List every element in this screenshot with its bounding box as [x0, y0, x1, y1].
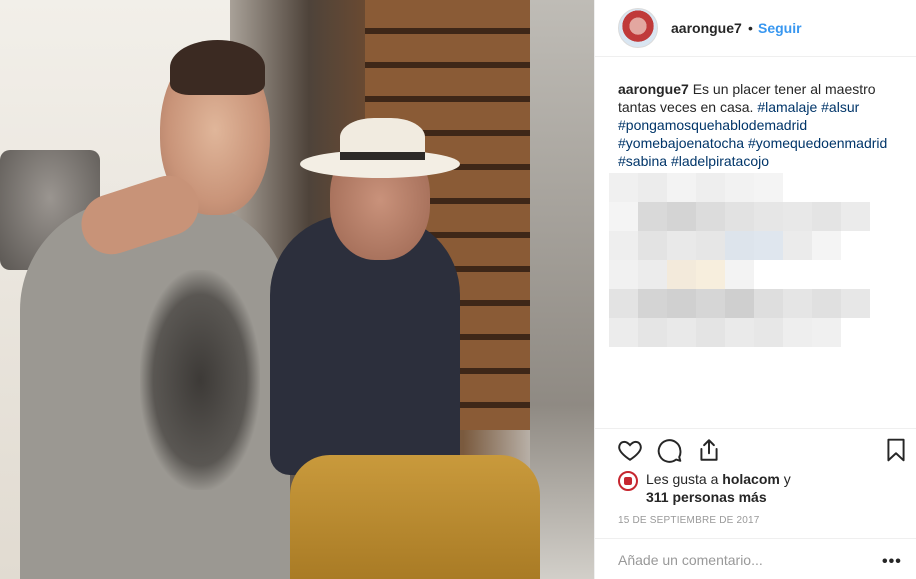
header-username[interactable]: aarongue7 [671, 20, 742, 36]
heart-icon[interactable] [617, 437, 643, 463]
share-icon[interactable] [696, 437, 722, 463]
blur-cell [812, 202, 841, 231]
blur-cell [725, 202, 754, 231]
blur-cell [609, 231, 638, 260]
blur-cell [696, 260, 725, 289]
blur-cell [667, 202, 696, 231]
post-photo[interactable] [0, 0, 594, 579]
likes-text: Les gusta a holacom y 311 personas más [646, 470, 791, 506]
liker-username[interactable]: holacom [722, 471, 780, 487]
hashtag[interactable]: #yomequedoenmadrid [748, 135, 887, 151]
header-separator: • [748, 20, 753, 36]
post-caption: aarongue7 Es un placer tener al maestro … [618, 80, 908, 170]
blur-cell [609, 260, 638, 289]
blur-cell [725, 260, 754, 289]
blur-cell [754, 173, 783, 202]
likes-summary: Les gusta a holacom y 311 personas más [618, 468, 908, 508]
blur-cell [638, 289, 667, 318]
hashtag[interactable]: #sabina [618, 153, 667, 169]
blurred-comments-placeholder [609, 173, 874, 348]
blur-cell [638, 318, 667, 347]
post-actions-bar [595, 428, 916, 472]
likes-count-link[interactable]: 311 personas más [646, 489, 767, 505]
blur-cell [754, 289, 783, 318]
comment-bubble-icon[interactable] [657, 437, 683, 463]
bookmark-icon[interactable] [883, 437, 909, 463]
hashtag[interactable]: #ladelpiratacojo [671, 153, 769, 169]
blur-cell [812, 231, 841, 260]
liker-avatar-icon[interactable] [618, 471, 638, 491]
caption-username[interactable]: aarongue7 [618, 81, 689, 97]
follow-button[interactable]: Seguir [758, 20, 802, 36]
post-header: aarongue7 • Seguir [595, 0, 916, 57]
blur-cell [841, 202, 870, 231]
blur-cell [696, 231, 725, 260]
blur-cell [667, 231, 696, 260]
blur-cell [725, 231, 754, 260]
comment-input[interactable] [618, 552, 868, 568]
blur-cell [725, 173, 754, 202]
blur-cell [638, 231, 667, 260]
comment-bar: ••• [595, 538, 916, 579]
photo-hat-band [340, 152, 425, 160]
blur-cell [725, 318, 754, 347]
post-side-panel: aarongue7 • Seguir aarongue7 Es un place… [595, 0, 916, 579]
blur-cell [667, 260, 696, 289]
blur-cell [696, 318, 725, 347]
more-options-icon[interactable]: ••• [882, 553, 902, 571]
blur-cell [754, 202, 783, 231]
blur-cell [841, 289, 870, 318]
blur-cell [638, 202, 667, 231]
likes-prefix: Les gusta a [646, 471, 719, 487]
blur-cell [609, 202, 638, 231]
blur-cell [609, 289, 638, 318]
blur-cell [667, 289, 696, 318]
blur-cell [725, 289, 754, 318]
blur-cell [638, 173, 667, 202]
blur-cell [754, 318, 783, 347]
blur-cell [783, 318, 812, 347]
photo-person-left-hair [170, 40, 265, 95]
photo-person-right-pants [290, 455, 540, 579]
blur-cell [638, 260, 667, 289]
blur-cell [783, 289, 812, 318]
blur-cell [754, 231, 783, 260]
blur-cell [812, 318, 841, 347]
blur-cell [696, 289, 725, 318]
blur-cell [812, 289, 841, 318]
hashtag[interactable]: #yomebajoenatocha [618, 135, 744, 151]
blur-cell [783, 202, 812, 231]
blur-cell [609, 318, 638, 347]
likes-conjunction: y [783, 471, 791, 487]
blur-cell [667, 173, 696, 202]
hashtag[interactable]: #pongamosquehablodemadrid [618, 117, 807, 133]
blur-cell [696, 202, 725, 231]
blur-cell [696, 173, 725, 202]
blur-cell [609, 173, 638, 202]
hashtag[interactable]: #alsur [821, 99, 859, 115]
hashtag[interactable]: #lamalaje [757, 99, 817, 115]
blur-cell [667, 318, 696, 347]
photo-shirt-print [140, 270, 260, 490]
blur-cell [783, 231, 812, 260]
avatar[interactable] [618, 8, 658, 48]
post-date[interactable]: 15 de septiembre de 2017 [618, 515, 760, 526]
